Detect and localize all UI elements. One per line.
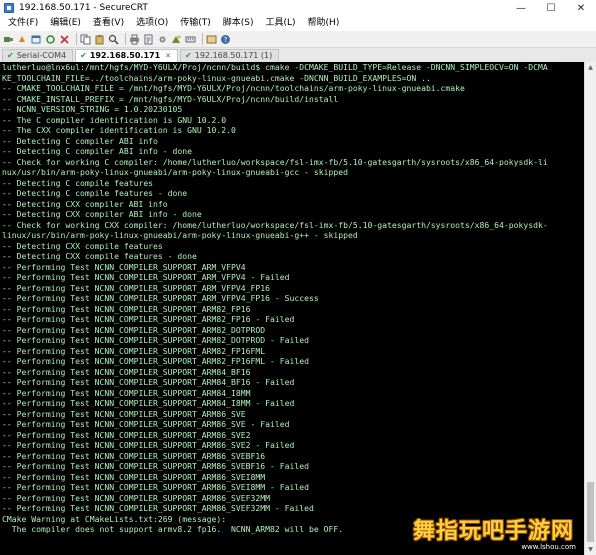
terminal-line: -- Performing Test NCNN_COMPILER_SUPPORT… (2, 429, 251, 440)
terminal-line: -- Performing Test NCNN_COMPILER_SUPPORT… (2, 419, 290, 429)
session-tab-bar: ✔ Serial-COM4 ✔ 192.168.50.171 ✕ ✔ 192.1… (0, 48, 596, 62)
print-icon[interactable] (129, 34, 140, 45)
terminal-line: -- Check for working C compiler: /home/l… (2, 156, 548, 167)
terminal-line: -- Performing Test NCNN_COMPILER_SUPPORT… (2, 303, 251, 314)
terminal-line: -- Performing Test NCNN_COMPILER_SUPPORT… (2, 261, 246, 272)
terminal-line: -- Detecting C compile features (2, 177, 154, 188)
terminal-line: -- CMAKE_TOOLCHAIN_FILE = /mnt/hgfs/MYD-… (2, 83, 465, 93)
tab-192-168-50-171-1[interactable]: ✔ 192.168.50.171 (1) (180, 49, 280, 62)
terminal-output[interactable]: lutherluo@lnx6ul:/mnt/hgfs/MYD-Y6ULX/Pro… (0, 62, 584, 555)
terminal-line: -- Performing Test NCNN_COMPILER_SUPPORT… (2, 314, 295, 324)
terminal-line: -- Detecting CXX compiler ABI info - don… (2, 209, 202, 219)
terminal-line: -- Performing Test NCNN_COMPILER_SUPPORT… (2, 324, 266, 335)
terminal-line: The compiler does not support armv8.2 fp… (2, 524, 344, 534)
find-icon[interactable] (108, 34, 119, 45)
paste-icon[interactable] (94, 34, 105, 45)
help-icon[interactable]: ? (220, 34, 231, 45)
toolbar-separator (76, 33, 77, 45)
toolbar-separator (125, 33, 126, 45)
sftp-icon[interactable] (206, 34, 217, 45)
terminal-line: -- Performing Test NCNN_COMPILER_SUPPORT… (2, 272, 290, 282)
tab-label: 192.168.50.171 (1) (194, 51, 273, 60)
terminal-line: -- Performing Test NCNN_COMPILER_SUPPORT… (2, 293, 319, 303)
scroll-down-arrow-icon[interactable]: ▼ (585, 544, 596, 555)
tab-close-icon[interactable]: ✕ (165, 50, 171, 62)
terminal-line: -- The CXX compiler identification is GN… (2, 125, 236, 135)
toolbar-separator (202, 33, 203, 45)
terminal-line: -- NCNN_VERSION_STRING = 1.0.20230105 (2, 104, 183, 114)
scroll-up-arrow-icon[interactable]: ▲ (585, 62, 596, 73)
connect-in-tab-icon[interactable] (31, 34, 42, 45)
terminal-line: -- The C compiler identification is GNU … (2, 114, 227, 125)
terminal-line: lutherluo@lnx6ul:/mnt/hgfs/MYD-Y6ULX/Pro… (2, 62, 548, 72)
terminal-line: -- Check for working CXX compiler: /home… (2, 219, 548, 230)
global-options-icon[interactable] (171, 34, 182, 45)
menu-view[interactable]: 查看(V) (87, 16, 130, 31)
menu-tools[interactable]: 工具(L) (260, 16, 302, 31)
terminal-line: -- Performing Test NCNN_COMPILER_SUPPORT… (2, 366, 251, 377)
tab-label: Serial-COM4 (16, 51, 67, 60)
terminal-line: -- Performing Test NCNN_COMPILER_SUPPORT… (2, 387, 251, 398)
scroll-thumb[interactable] (587, 482, 594, 542)
minimize-button[interactable]: — (506, 0, 536, 16)
terminal-line: -- Detecting CXX compile features - done (2, 251, 197, 261)
terminal-line: -- Performing Test NCNN_COMPILER_SUPPORT… (2, 398, 295, 408)
menu-transfer[interactable]: 传输(T) (174, 16, 217, 31)
close-button[interactable]: ✕ (566, 0, 596, 16)
menu-options[interactable]: 选项(O) (130, 16, 174, 31)
terminal-line: linux/usr/bin/arm-poky-linux-gnueabi/arm… (2, 230, 358, 240)
terminal-line: -- Detecting C compiler ABI info - done (2, 146, 193, 156)
terminal-line: -- Performing Test NCNN_COMPILER_SUPPORT… (2, 492, 271, 503)
keymap-icon[interactable] (185, 34, 196, 45)
terminal-line: -- Performing Test NCNN_COMPILER_SUPPORT… (2, 461, 309, 471)
tab-192-168-50-171[interactable]: ✔ 192.168.50.171 ✕ (75, 49, 179, 62)
toolbar: ? (0, 31, 596, 48)
terminal-line: KE_TOOLCHAIN_FILE=../toolchains/arm-poky… (2, 72, 431, 83)
terminal-line: nux/usr/bin/arm-poky-linux-gnueabi/arm-p… (2, 167, 348, 177)
terminal-line: CMake Warning at CMakeLists.txt:269 (mes… (2, 513, 227, 524)
terminal-line: -- Detecting CXX compile features (2, 240, 163, 251)
terminal-line: -- Performing Test NCNN_COMPILER_SUPPORT… (2, 377, 295, 387)
connect-icon[interactable] (3, 34, 14, 45)
terminal-line: -- Detecting C compile features - done (2, 188, 188, 198)
maximize-button[interactable]: ☐ (536, 0, 566, 16)
connected-check-icon: ✔ (185, 51, 192, 60)
terminal-line: -- Detecting CXX compiler ABI info (2, 198, 168, 209)
terminal-line: -- CMAKE_INSTALL_PREFIX = /mnt/hgfs/MYD-… (2, 93, 339, 104)
menu-bar: 文件(F) 编辑(E) 查看(V) 选项(O) 传输(T) 脚本(S) 工具(L… (0, 16, 596, 31)
tab-serial-com4[interactable]: ✔ Serial-COM4 (2, 49, 74, 62)
svg-text:?: ? (224, 36, 228, 44)
terminal-line: -- Performing Test NCNN_COMPILER_SUPPORT… (2, 450, 266, 461)
disconnect-icon[interactable] (59, 34, 70, 45)
tab-label: 192.168.50.171 (89, 51, 161, 60)
copy-icon[interactable] (80, 34, 91, 45)
menu-edit[interactable]: 编辑(E) (44, 16, 87, 31)
terminal-line: -- Detecting C compiler ABI info (2, 135, 158, 146)
title-bar: 192.168.50.171 - SecureCRT — ☐ ✕ (0, 0, 596, 16)
menu-script[interactable]: 脚本(S) (217, 16, 260, 31)
terminal-line: -- Performing Test NCNN_COMPILER_SUPPORT… (2, 503, 314, 513)
terminal-line: -- Performing Test NCNN_COMPILER_SUPPORT… (2, 408, 246, 419)
securecrt-app-icon (4, 3, 14, 13)
reconnect-icon[interactable] (45, 34, 56, 45)
connected-check-icon: ✔ (80, 51, 87, 60)
quick-connect-icon[interactable] (17, 34, 28, 45)
terminal-line: -- Performing Test NCNN_COMPILER_SUPPORT… (2, 356, 309, 366)
menu-file[interactable]: 文件(F) (2, 16, 44, 31)
connected-check-icon: ✔ (7, 51, 14, 60)
settings-icon[interactable] (157, 34, 168, 45)
terminal-line: -- Performing Test NCNN_COMPILER_SUPPORT… (2, 440, 295, 450)
terminal-scrollbar[interactable]: ▲ ▼ (584, 62, 596, 555)
terminal-line: -- Performing Test NCNN_COMPILER_SUPPORT… (2, 471, 266, 482)
window-title: 192.168.50.171 - SecureCRT (19, 3, 148, 13)
terminal-line: -- Performing Test NCNN_COMPILER_SUPPORT… (2, 482, 309, 492)
menu-help[interactable]: 帮助(H) (302, 16, 346, 31)
terminal-line: -- Performing Test NCNN_COMPILER_SUPPORT… (2, 345, 266, 356)
terminal-line: -- Performing Test NCNN_COMPILER_SUPPORT… (2, 282, 271, 293)
log-session-icon[interactable] (143, 34, 154, 45)
window-controls: — ☐ ✕ (506, 0, 596, 16)
terminal-line: -- Performing Test NCNN_COMPILER_SUPPORT… (2, 335, 309, 345)
